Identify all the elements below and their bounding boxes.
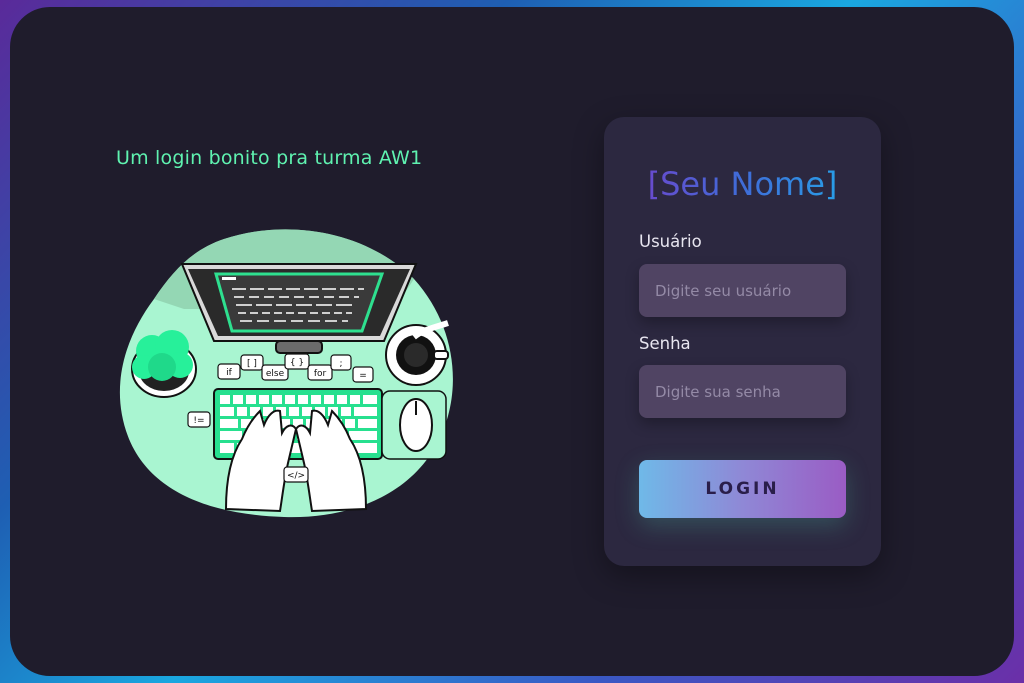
svg-text:{ }: { } <box>290 358 304 368</box>
password-input[interactable] <box>639 365 846 418</box>
svg-text:else: else <box>266 369 285 379</box>
app-frame: Um login bonito pra turma AW1 if [] els… <box>10 7 1014 676</box>
code-key-semicolon: ; <box>330 354 352 371</box>
svg-text:;: ; <box>339 359 342 369</box>
svg-text:=: = <box>359 371 367 381</box>
username-label: Usuário <box>639 232 702 251</box>
code-key-if: if <box>217 363 241 380</box>
code-key-else: else <box>261 364 289 381</box>
mouse-icon <box>381 390 447 460</box>
user-name-title: [Seu Nome] <box>604 165 881 203</box>
code-key-brackets: [ ] <box>240 354 264 371</box>
login-button[interactable]: LOGIN <box>639 460 846 518</box>
svg-text:!=: != <box>193 416 204 426</box>
svg-text:if: if <box>226 368 233 378</box>
svg-text:[ ]: [ ] <box>247 359 257 369</box>
svg-text:for: for <box>314 369 327 379</box>
svg-text:</>: </> <box>287 471 305 481</box>
developer-desk-illustration: if [ ] else { } for ; = != </> <box>119 229 453 518</box>
code-key-tag: </> <box>283 466 309 483</box>
code-key-equals: = <box>352 366 374 383</box>
code-key-for: for <box>307 364 333 381</box>
username-input[interactable] <box>639 264 846 317</box>
tagline: Um login bonito pra turma AW1 <box>116 147 423 169</box>
plant-icon <box>131 330 197 398</box>
code-key-not-equals: != <box>187 411 211 428</box>
password-label: Senha <box>639 334 691 353</box>
monitor-icon <box>180 263 418 354</box>
login-card: [Seu Nome] Usuário Senha LOGIN <box>604 117 881 566</box>
code-key-braces: { } <box>284 353 310 370</box>
